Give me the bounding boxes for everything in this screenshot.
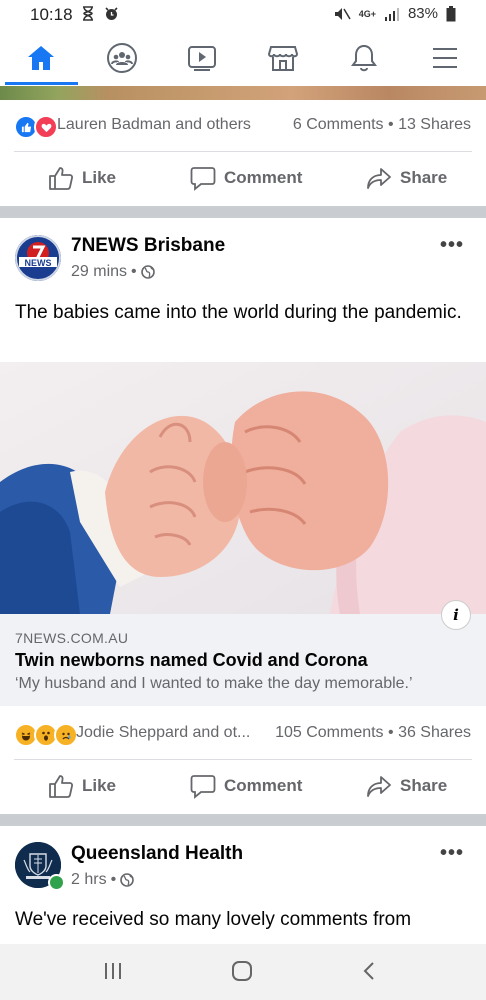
page-name[interactable]: Queensland Health <box>71 843 243 865</box>
nav-groups-tab[interactable] <box>92 36 152 80</box>
page-avatar[interactable] <box>15 842 65 891</box>
thumbs-up-icon <box>49 167 74 190</box>
reaction-counts: 105 Comments • 36 Shares <box>275 724 471 741</box>
comment-label: Comment <box>224 776 303 795</box>
like-label: Like <box>82 168 117 187</box>
globe-icon <box>120 873 134 887</box>
nav-notifications-tab[interactable] <box>334 36 394 80</box>
share-count[interactable]: 13 Shares <box>398 116 471 133</box>
prev-post-reactions-row[interactable]: Lauren Badman and others 6 Comments • 13… <box>0 100 486 150</box>
post-text: We've received so many lovely comments f… <box>15 909 412 930</box>
status-icons: 4G+ 83% <box>333 5 456 22</box>
android-navigation-bar <box>0 944 486 1000</box>
like-button[interactable]: Like <box>48 760 116 812</box>
post-time[interactable]: 29 mins <box>71 263 127 281</box>
status-bar: 10:18 4G+ 83% <box>0 0 486 30</box>
signal-icon <box>384 7 399 21</box>
active-tab-indicator <box>5 82 78 85</box>
recent-apps-icon <box>105 963 121 979</box>
status-time: 10:18 <box>30 5 73 24</box>
comment-count[interactable]: 105 Comments <box>275 724 384 741</box>
link-title[interactable]: Twin newborns named Covid and Corona <box>15 650 368 671</box>
share-label: Share <box>400 168 448 187</box>
menu-icon <box>433 48 457 68</box>
post-meta: 29 mins • <box>71 263 155 281</box>
post-actions: Like Comment Share <box>0 760 486 812</box>
facebook-nav-bar <box>0 30 486 86</box>
post-separator <box>0 814 486 826</box>
post-header: Queensland Health 2 hrs • ••• <box>0 826 486 902</box>
page-avatar[interactable]: NEWS <box>15 235 61 281</box>
sad-reaction-icon <box>54 723 78 747</box>
post-meta: 2 hrs • <box>71 871 134 889</box>
more-options-button[interactable]: ••• <box>440 234 464 257</box>
love-reaction-icon <box>34 115 58 139</box>
share-count[interactable]: 36 Shares <box>398 724 471 741</box>
back-icon <box>363 962 374 980</box>
network-type: 4G+ <box>358 8 376 19</box>
battery-percent: 83% <box>407 5 438 22</box>
info-icon[interactable]: i <box>441 600 471 630</box>
watch-icon <box>188 46 216 71</box>
online-status-dot <box>48 874 65 891</box>
battery-icon <box>446 5 456 21</box>
prev-post-actions: Like Comment Share <box>0 152 486 204</box>
link-description: ‘My husband and I wanted to make the day… <box>15 675 413 692</box>
post-reactions-row[interactable]: Jodie Sheppard and ot... 105 Comments • … <box>0 708 486 758</box>
home-button[interactable] <box>229 960 255 987</box>
hourglass-icon <box>83 6 93 21</box>
android-home-icon <box>232 961 252 981</box>
notifications-icon <box>351 44 377 72</box>
share-icon <box>367 168 391 189</box>
page-name[interactable]: 7NEWS Brisbane <box>71 235 225 257</box>
recent-apps-button[interactable] <box>100 960 126 987</box>
nav-watch-tab[interactable] <box>172 36 232 80</box>
alarm-icon <box>105 7 118 20</box>
share-label: Share <box>400 776 448 795</box>
comment-icon <box>190 775 216 799</box>
like-label: Like <box>82 776 117 795</box>
post-header: NEWS 7NEWS Brisbane 29 mins • ••• <box>0 218 486 294</box>
marketplace-icon <box>268 46 298 71</box>
previous-post-photo[interactable] <box>0 86 486 100</box>
comment-icon <box>190 167 216 191</box>
comment-count[interactable]: 6 Comments <box>293 116 384 133</box>
svg-text:NEWS: NEWS <box>25 258 52 268</box>
more-options-button[interactable]: ••• <box>440 842 464 865</box>
nav-home-tab[interactable] <box>11 36 71 80</box>
7news-logo-icon: NEWS <box>15 235 61 281</box>
back-button[interactable] <box>357 960 383 987</box>
share-button[interactable]: Share <box>366 152 447 204</box>
reaction-names: Lauren Badman and others <box>57 116 251 133</box>
reaction-names: Jodie Sheppard and ot... <box>76 724 251 741</box>
nav-marketplace-tab[interactable] <box>253 36 313 80</box>
link-preview-box[interactable]: i 7NEWS.COM.AU Twin newborns named Covid… <box>0 600 486 706</box>
link-preview-image[interactable] <box>0 362 486 614</box>
globe-icon <box>140 265 155 279</box>
home-icon <box>28 46 54 70</box>
comment-label: Comment <box>224 168 303 187</box>
comment-button[interactable]: Comment <box>190 152 302 204</box>
post-separator <box>0 206 486 218</box>
share-icon <box>367 776 391 797</box>
reaction-icons <box>14 723 78 747</box>
post-text: The babies came into the world during th… <box>15 302 462 323</box>
reaction-icons <box>14 115 58 139</box>
thumbs-up-icon <box>49 775 74 798</box>
groups-icon <box>107 43 137 73</box>
link-domain: 7NEWS.COM.AU <box>15 630 129 646</box>
mute-icon <box>334 7 351 20</box>
post-time[interactable]: 2 hrs <box>71 871 107 889</box>
baby-hands-photo <box>0 362 486 614</box>
status-left-icons <box>82 6 119 21</box>
share-button[interactable]: Share <box>366 760 447 812</box>
nav-menu-tab[interactable] <box>415 36 475 80</box>
reaction-counts: 6 Comments • 13 Shares <box>292 116 471 133</box>
comment-button[interactable]: Comment <box>190 760 302 812</box>
like-button[interactable]: Like <box>48 152 116 204</box>
